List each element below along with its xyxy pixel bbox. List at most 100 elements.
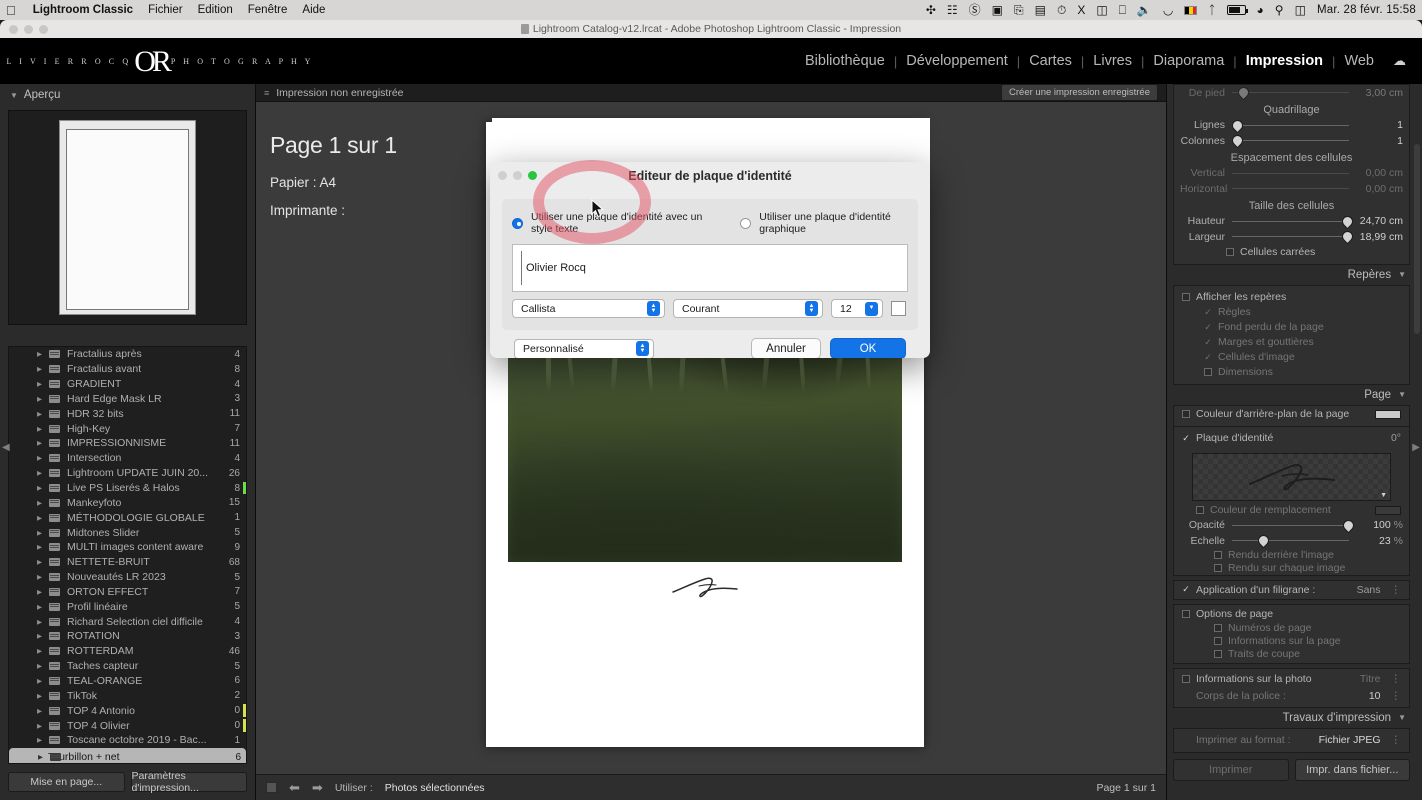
opacity-row[interactable]: Opacité 100 % bbox=[1174, 518, 1409, 534]
font-color-swatch[interactable] bbox=[891, 301, 906, 316]
cols-slider[interactable] bbox=[1231, 134, 1349, 148]
print-to-file-button[interactable]: Impr. dans fichier... bbox=[1294, 758, 1410, 781]
disclosure-triangle-icon[interactable]: ▶ bbox=[37, 499, 42, 507]
disclosure-triangle-icon[interactable]: ▶ bbox=[37, 736, 42, 744]
render-behind-checkbox[interactable] bbox=[1214, 551, 1222, 559]
folder-row[interactable]: ▶ IMPRESSIONNISME 11 bbox=[9, 436, 246, 451]
columns-icon[interactable]: ◫ bbox=[1096, 4, 1107, 16]
folder-row[interactable]: ▶ HDR 32 bits 11 bbox=[9, 406, 246, 421]
chevron-down-icon[interactable]: ▼ bbox=[1398, 713, 1406, 722]
binoculars-icon[interactable]: Χ bbox=[1077, 4, 1085, 16]
previous-page-icon[interactable]: ⬅ bbox=[289, 780, 300, 796]
photo-info-checkbox[interactable] bbox=[1182, 675, 1190, 683]
cols-row[interactable]: Colonnes 1 bbox=[1174, 133, 1409, 149]
identity-plate-row[interactable]: ✓ Plaque d'identité 0° bbox=[1174, 430, 1409, 447]
cancel-button[interactable]: Annuler bbox=[751, 338, 821, 358]
square-cells-row[interactable]: Cellules carrées bbox=[1174, 245, 1409, 260]
chevron-updown-icon[interactable]: ⋮ bbox=[1391, 673, 1402, 685]
arc-icon[interactable]: ◡ bbox=[1163, 4, 1173, 16]
disclosure-triangle-icon[interactable]: ▶ bbox=[37, 588, 42, 596]
folder-row[interactable]: ▶ MÉTHODOLOGIE GLOBALE 1 bbox=[9, 510, 246, 525]
chevron-down-icon[interactable]: ▼ bbox=[1380, 492, 1387, 499]
chevron-down-icon[interactable]: ▼ bbox=[1398, 390, 1406, 399]
show-guides-checkbox[interactable] bbox=[1182, 293, 1190, 301]
dialog-minimize-button[interactable] bbox=[513, 171, 522, 180]
module-bibliotheque[interactable]: Bibliothèque bbox=[796, 53, 894, 69]
disclosure-triangle-icon[interactable]: ▶ bbox=[38, 753, 43, 761]
disclosure-triangle-icon[interactable]: ▶ bbox=[37, 662, 42, 670]
dialog-zoom-button[interactable] bbox=[528, 171, 537, 180]
watermark-row[interactable]: ✓ Application d'un filigrane : Sans ⋮ bbox=[1174, 581, 1409, 599]
render-each-row[interactable]: Rendu sur chaque image bbox=[1174, 562, 1409, 575]
guide-bleed-row[interactable]: ✓ Fond perdu de la page bbox=[1174, 320, 1409, 335]
disclosure-triangle-icon[interactable]: ▶ bbox=[37, 707, 42, 715]
font-family-select[interactable]: Callista ▲ ▼ bbox=[512, 299, 665, 318]
volume-icon[interactable]: 🔈 bbox=[1137, 4, 1152, 16]
disclosure-triangle-icon[interactable]: ▶ bbox=[37, 350, 42, 358]
page-bg-color-swatch[interactable] bbox=[1375, 409, 1401, 419]
chevron-updown-icon[interactable]: ▲ ▼ bbox=[636, 341, 649, 356]
disclosure-triangle-icon[interactable]: ▶ bbox=[37, 558, 42, 566]
battery-charging-icon[interactable] bbox=[1226, 5, 1248, 15]
dialog-traffic-lights[interactable] bbox=[498, 171, 537, 180]
adjust-badge-icon[interactable]: ☷ bbox=[947, 4, 958, 16]
window-traffic-lights[interactable] bbox=[9, 25, 48, 34]
opacity-slider[interactable] bbox=[1232, 518, 1356, 532]
page-setup-button[interactable]: Mise en page... bbox=[8, 772, 125, 792]
disclosure-triangle-icon[interactable]: ▶ bbox=[37, 603, 42, 611]
folder-row[interactable]: ▶ TEAL-ORANGE 6 bbox=[9, 674, 246, 689]
next-page-icon[interactable]: ➡ bbox=[312, 780, 323, 796]
disclosure-triangle-icon[interactable]: ▶ bbox=[37, 529, 42, 537]
print-settings-button[interactable]: Paramètres d'impression... bbox=[130, 770, 247, 794]
header-identity-plate[interactable]: O L I V I E R R O C Q OR P H O T O G R A… bbox=[0, 45, 310, 77]
font-size-row[interactable]: Corps de la police : 10 ⋮ bbox=[1174, 688, 1409, 705]
module-diaporama[interactable]: Diaporama bbox=[1144, 53, 1233, 69]
font-size-select[interactable]: 12 ▼ bbox=[831, 299, 883, 318]
grid-toggle-icon[interactable] bbox=[266, 782, 277, 793]
module-livres[interactable]: Livres bbox=[1084, 53, 1141, 69]
disclosure-triangle-icon[interactable]: ▶ bbox=[37, 395, 42, 403]
square-cells-checkbox[interactable] bbox=[1226, 248, 1234, 256]
scale-row[interactable]: Echelle 23 % bbox=[1174, 533, 1409, 549]
page-section-header[interactable]: Page ▼ bbox=[1173, 385, 1410, 405]
folder-row[interactable]: ▶ Hard Edge Mask LR 3 bbox=[9, 392, 246, 407]
rows-row[interactable]: Lignes 1 bbox=[1174, 118, 1409, 134]
page-options-checkbox[interactable] bbox=[1182, 610, 1190, 618]
override-color-checkbox[interactable] bbox=[1196, 506, 1204, 514]
print-to-row[interactable]: Imprimer au format : Fichier JPEG ⋮ bbox=[1174, 732, 1409, 749]
rows-slider[interactable] bbox=[1231, 118, 1349, 132]
disclosure-triangle-icon[interactable]: ▶ bbox=[37, 677, 42, 685]
create-saved-print-button[interactable]: Créer une impression enregistrée bbox=[1001, 84, 1158, 101]
crop-marks-row[interactable]: Traits de coupe bbox=[1174, 648, 1409, 661]
radio-graphic-label[interactable]: Utiliser une plaque d'identité graphique bbox=[759, 211, 908, 235]
folder-row[interactable]: ▶ ORTON EFFECT 7 bbox=[9, 585, 246, 600]
folder-row[interactable]: ▶ TOP 4 Antonio 0 bbox=[9, 703, 246, 718]
display-icon[interactable]: ⎕ bbox=[1119, 4, 1126, 16]
apple-logo-icon[interactable]:  bbox=[6, 4, 16, 17]
font-size-value[interactable]: 10 bbox=[1369, 690, 1381, 702]
folder-row[interactable]: ▶ NETTETE-BRUIT 68 bbox=[9, 555, 246, 570]
cloud-icon[interactable]: ☁ bbox=[1393, 53, 1406, 69]
page-bg-color-row[interactable]: Couleur d'arrière-plan de la page bbox=[1174, 406, 1409, 423]
guide-rulers-row[interactable]: ✓ Règles bbox=[1174, 305, 1409, 320]
preview-panel-header[interactable]: ▼ Aperçu bbox=[0, 84, 255, 106]
folder-row[interactable]: ▶ Midtones Slider 5 bbox=[9, 525, 246, 540]
disclosure-triangle-icon[interactable]: ▶ bbox=[37, 647, 42, 655]
folder-row[interactable]: ▶ TikTok 2 bbox=[9, 688, 246, 703]
folder-row[interactable]: ▶ Fractalius après 4 bbox=[9, 347, 246, 362]
page-info-checkbox[interactable] bbox=[1214, 637, 1222, 645]
search-icon[interactable]: ⚲ bbox=[1275, 4, 1284, 16]
folder-row[interactable]: ▶ Live PS Liserés & Halos 8 bbox=[9, 481, 246, 496]
preset-select[interactable]: Personnalisé ▲ ▼ bbox=[514, 338, 654, 358]
use-value[interactable]: Photos sélectionnées bbox=[385, 782, 485, 794]
radio-text-style[interactable] bbox=[512, 217, 523, 229]
crop-marks-checkbox[interactable] bbox=[1214, 650, 1222, 658]
no-entry-icon[interactable]: Ⓢ bbox=[969, 4, 981, 16]
folder-row[interactable]: ▶ Toscane octobre 2019 - Bac... 1 bbox=[9, 733, 246, 748]
identity-plate-text-input[interactable]: Olivier Rocq bbox=[512, 244, 908, 292]
folder-list[interactable]: ▶ Fractalius après 4 ▶ Fractalius avant 8 ▶ GRA… bbox=[8, 346, 247, 764]
folder-row[interactable]: ▶ Mankeyfoto 15 bbox=[9, 495, 246, 510]
folder-row[interactable]: ▶ Fractalius avant 8 bbox=[9, 362, 246, 377]
disclosure-triangle-icon[interactable]: ▶ bbox=[37, 618, 42, 626]
show-guides-row[interactable]: Afficher les repères bbox=[1174, 290, 1409, 305]
